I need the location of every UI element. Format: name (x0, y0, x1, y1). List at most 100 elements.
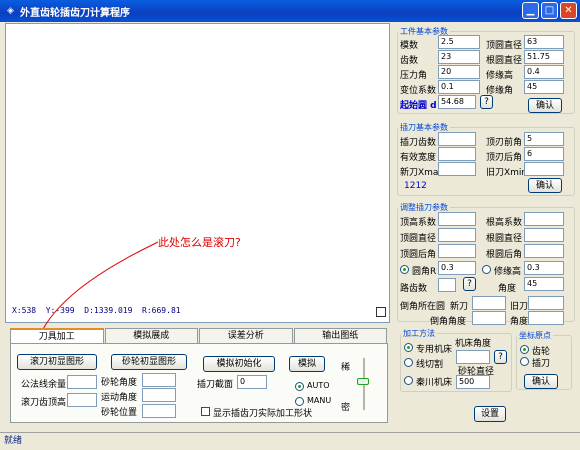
adj-root-dia-input[interactable] (524, 228, 564, 242)
method-help-button[interactable]: ? (494, 350, 507, 364)
root-dia-label: 根圆直径 (486, 56, 523, 66)
start-circle-label: 起始圆 d (400, 101, 437, 111)
mod-height-radio[interactable] (482, 265, 491, 274)
mod-angle-input[interactable]: 45 (524, 80, 564, 94)
wheel-initial-button[interactable]: 砂轮初显图形 (111, 354, 187, 370)
cutter-confirm-button[interactable]: 确认 (528, 178, 562, 193)
cutter-section-label: 插刀截面 (197, 380, 234, 390)
tab-panel: 滚刀初显图形 砂轮初显图形 模拟初始化 模拟 公法线余量 滚刀齿顶高 砂轮角度 … (10, 343, 388, 423)
fillet-r-input[interactable]: 0.3 (438, 261, 476, 275)
start-circle-input[interactable]: 54.68 (438, 95, 476, 109)
origin-confirm-button[interactable]: 确认 (524, 374, 558, 389)
hob-addendum-input[interactable] (67, 393, 97, 407)
minimize-button[interactable]: ▁ (522, 2, 539, 19)
effective-width-input[interactable] (438, 147, 476, 161)
teeth-input[interactable]: 23 (438, 50, 480, 64)
plot-toggle-box[interactable] (376, 307, 386, 317)
normal-allowance-label: 公法线余量 (21, 380, 67, 390)
module-input[interactable]: 2.5 (438, 35, 480, 49)
path-teeth-label: 路齿数 (400, 284, 428, 294)
pressure-angle-input[interactable]: 20 (438, 65, 480, 79)
tab-simulation[interactable]: 模拟展成 (104, 328, 198, 344)
fillet-angle-input[interactable] (472, 311, 506, 325)
root-back-angle-label: 根圆后角 (486, 250, 523, 260)
origin-cutter-radio[interactable] (520, 357, 529, 366)
effective-width-label: 有效宽度 (400, 153, 437, 163)
root-coef-input[interactable] (524, 212, 564, 226)
origin-legend: 坐标原点 (519, 331, 551, 340)
cutter-section-input[interactable]: 0 (237, 375, 267, 389)
fillet-circle-label: 倒角所在圆 (400, 302, 446, 312)
adj-tip-dia-input[interactable] (438, 228, 476, 242)
hob-initial-button[interactable]: 滚刀初显图形 (17, 354, 97, 370)
plot-canvas[interactable] (5, 23, 390, 323)
tab-strip: 刀具加工 模拟展成 误差分析 输出图纸 (10, 328, 388, 344)
window-title: 外直齿轮插齿刀计算程序 (20, 7, 130, 19)
motion-angle-input[interactable] (142, 388, 176, 402)
rake-angle-input[interactable]: 5 (524, 132, 564, 146)
new-cutter-input[interactable] (472, 296, 506, 310)
adj-angle-label: 角度 (498, 284, 517, 294)
qinchuan-machine-label: 秦川机床 (416, 378, 453, 388)
wheel-position-input[interactable] (142, 404, 176, 418)
workpiece-help-button[interactable]: ? (480, 95, 493, 109)
wheel-angle-label: 砂轮角度 (101, 378, 138, 388)
shift-coef-input[interactable]: 0.1 (438, 80, 480, 94)
tip-back-angle-input[interactable] (438, 244, 476, 258)
sparse-label: 稀 (341, 363, 351, 373)
adj-mod-height-input[interactable]: 0.3 (524, 261, 564, 275)
fillet-r-label: 圆角R (412, 267, 437, 277)
clearance-angle-label: 顶刃后角 (486, 153, 523, 163)
wire-cut-radio[interactable] (404, 358, 413, 367)
simulate-button[interactable]: 模拟 (289, 356, 325, 372)
special-machine-radio[interactable] (404, 343, 413, 352)
maximize-button[interactable]: □ (541, 2, 558, 19)
fillet-angle-label: 倒角角度 (430, 317, 467, 327)
show-shape-checkbox[interactable] (201, 407, 210, 416)
teeth-label: 齿数 (400, 56, 419, 66)
root-dia-input[interactable]: 51.75 (524, 50, 564, 64)
tab-output-drawing[interactable]: 输出图纸 (293, 328, 387, 344)
title-bar: ◈ 外直齿轮插齿刀计算程序 ▁ □ ✕ (0, 0, 580, 22)
cutter-teeth-input[interactable] (438, 132, 476, 146)
old-xmin-label: 旧刀Xmin (486, 168, 528, 178)
origin-cutter-label: 插刀 (532, 359, 551, 369)
path-teeth-input[interactable] (438, 278, 456, 292)
clearance-angle-input[interactable]: 6 (524, 147, 564, 161)
old-cutter-label: 旧刀 (510, 302, 529, 312)
old-cutter-input[interactable] (528, 296, 564, 310)
density-slider-thumb[interactable] (357, 378, 369, 385)
old-xmin-input[interactable] (524, 162, 564, 176)
adj-mod-height-label: 修缘高 (494, 267, 522, 277)
mod-height-input[interactable]: 0.4 (524, 65, 564, 79)
adj-angle-input[interactable]: 45 (524, 277, 564, 291)
auto-radio[interactable] (295, 382, 304, 391)
method-legend: 加工方法 (403, 329, 435, 338)
fillet-r-radio[interactable] (400, 265, 409, 274)
dense-label: 密 (341, 403, 351, 413)
special-machine-label: 专用机床 (416, 345, 453, 355)
tab-error-analysis[interactable]: 误差分析 (199, 328, 293, 344)
fillet-degree-input[interactable] (528, 311, 564, 325)
wheel-dia-input[interactable]: 500 (456, 375, 490, 389)
new-xmax-input[interactable] (438, 162, 476, 176)
normal-allowance-input[interactable] (67, 375, 97, 389)
root-back-angle-input[interactable] (524, 244, 564, 258)
settings-button[interactable]: 设置 (474, 406, 506, 422)
workpiece-confirm-button[interactable]: 确认 (528, 98, 562, 113)
fillet-degree-label: 角度 (510, 317, 529, 327)
shift-coef-label: 变位系数 (400, 86, 437, 96)
machine-angle-input[interactable] (456, 350, 490, 364)
close-button[interactable]: ✕ (560, 2, 577, 19)
tip-coef-input[interactable] (438, 212, 476, 226)
auto-label: AUTO (307, 381, 330, 390)
origin-gear-radio[interactable] (520, 345, 529, 354)
manu-radio[interactable] (295, 397, 304, 406)
wheel-angle-input[interactable] (142, 373, 176, 387)
sim-init-button[interactable]: 模拟初始化 (203, 356, 275, 372)
pressure-angle-label: 压力角 (400, 71, 428, 81)
tab-tool-machining[interactable]: 刀具加工 (10, 328, 104, 344)
tip-dia-input[interactable]: 63 (524, 35, 564, 49)
qinchuan-machine-radio[interactable] (404, 376, 413, 385)
adjust-help-button[interactable]: ? (463, 277, 476, 291)
